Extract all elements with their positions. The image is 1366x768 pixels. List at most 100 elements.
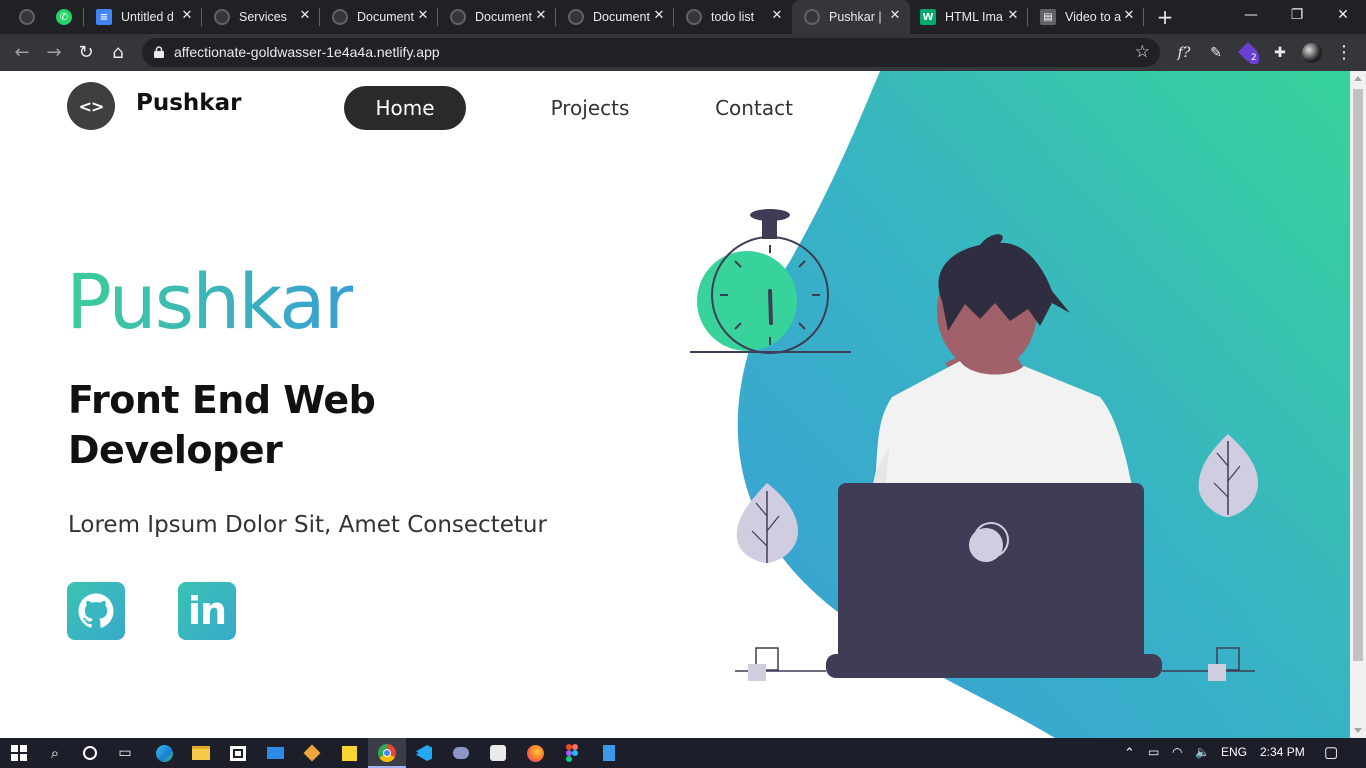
close-icon[interactable]: ✕ bbox=[770, 9, 784, 23]
developer-illustration bbox=[690, 209, 1258, 681]
cortana-icon[interactable] bbox=[80, 743, 100, 763]
close-icon[interactable]: ✕ bbox=[298, 9, 312, 23]
nav-home[interactable]: Home bbox=[344, 86, 466, 130]
browser-toolbar: ← → ↻ ⌂ affectionate-goldwasser-1e4a4a.n… bbox=[0, 34, 1366, 71]
leaf-right-icon bbox=[1198, 434, 1258, 517]
address-bar[interactable]: affectionate-goldwasser-1e4a4a.netlify.a… bbox=[142, 38, 1160, 67]
profile-avatar[interactable] bbox=[1302, 43, 1322, 63]
github-link[interactable] bbox=[67, 582, 125, 640]
file-explorer-icon[interactable] bbox=[191, 743, 211, 763]
volume-icon[interactable]: 🔈 bbox=[1195, 745, 1210, 759]
logo[interactable]: <> bbox=[67, 82, 115, 130]
close-icon[interactable]: ✕ bbox=[1006, 9, 1020, 23]
chrome-icon[interactable] bbox=[377, 743, 397, 763]
show-hidden-icons-icon[interactable]: ⌃ bbox=[1124, 745, 1135, 761]
forward-button[interactable]: → bbox=[42, 41, 66, 65]
task-view-icon[interactable]: ▭ bbox=[115, 743, 135, 763]
battery-icon[interactable]: ▭ bbox=[1148, 745, 1159, 759]
hero-tagline: Lorem Ipsum Dolor Sit, Amet Consectetur bbox=[68, 512, 547, 538]
notification-center-icon[interactable]: ▢ bbox=[1324, 743, 1338, 761]
tab-title: Document bbox=[475, 10, 532, 24]
tab-services[interactable]: Services ✕ bbox=[202, 0, 320, 34]
language-indicator[interactable]: ENG bbox=[1221, 745, 1247, 759]
scroll-up-icon[interactable] bbox=[1354, 76, 1362, 81]
tab-document-1[interactable]: Document ✕ bbox=[320, 0, 438, 34]
globe-icon bbox=[686, 9, 702, 25]
tab-pinned-whatsapp[interactable]: ✆ bbox=[46, 0, 84, 34]
tab-untitled-doc[interactable]: ≡ Untitled d ✕ bbox=[84, 0, 202, 34]
back-button[interactable]: ← bbox=[10, 41, 34, 65]
tab-title: Document bbox=[357, 10, 414, 24]
figma-icon[interactable] bbox=[562, 743, 582, 763]
stopwatch-icon bbox=[690, 209, 851, 354]
edge-icon[interactable] bbox=[154, 743, 174, 763]
globe-icon bbox=[804, 9, 820, 25]
puzzle-extensions-icon[interactable]: ✚ bbox=[1270, 43, 1290, 63]
store-icon[interactable] bbox=[228, 743, 248, 763]
new-tab-button[interactable]: + bbox=[1154, 6, 1176, 28]
tab-document-3[interactable]: Document ✕ bbox=[556, 0, 674, 34]
tab-title: Services bbox=[239, 10, 287, 24]
page-viewport: <> Pushkar Home Projects Contact Pushkar… bbox=[0, 71, 1366, 738]
menu-kebab-icon[interactable]: ⋮ bbox=[1334, 43, 1354, 63]
tab-todo-list[interactable]: todo list ✕ bbox=[674, 0, 792, 34]
brand-name[interactable]: Pushkar bbox=[136, 90, 241, 116]
tab-title: todo list bbox=[711, 10, 755, 24]
windows-taskbar: ⌕ ▭ ⌃ ▭ ◠ 🔈 ENG 2:34 PM ▢ bbox=[0, 738, 1366, 768]
nav-contact[interactable]: Contact bbox=[708, 86, 800, 130]
wifi-icon[interactable]: ◠ bbox=[1172, 745, 1182, 759]
w3schools-icon: W bbox=[920, 9, 936, 25]
windows-start-icon[interactable] bbox=[9, 743, 29, 763]
document-app-icon[interactable] bbox=[599, 743, 619, 763]
globe-icon bbox=[19, 9, 35, 25]
hero-name: Pushkar bbox=[66, 257, 355, 346]
whatsapp-icon: ✆ bbox=[56, 9, 72, 25]
mail-icon[interactable] bbox=[265, 743, 285, 763]
extension-badge: 2 bbox=[1249, 53, 1259, 64]
terminal-icon[interactable] bbox=[451, 743, 471, 763]
close-icon[interactable]: ✕ bbox=[180, 9, 194, 23]
vscode-icon[interactable] bbox=[414, 743, 434, 763]
paint-icon[interactable] bbox=[488, 743, 508, 763]
tab-html-images[interactable]: W HTML Ima ✕ bbox=[910, 0, 1028, 34]
url-text: affectionate-goldwasser-1e4a4a.netlify.a… bbox=[174, 44, 440, 60]
scroll-down-icon[interactable] bbox=[1354, 728, 1362, 733]
laptop-icon bbox=[826, 483, 1162, 678]
github-icon bbox=[78, 593, 114, 628]
tab-pinned-1[interactable] bbox=[0, 0, 46, 34]
close-icon[interactable]: ✕ bbox=[416, 9, 430, 23]
tab-title: Untitled d bbox=[121, 10, 174, 24]
close-icon[interactable]: ✕ bbox=[534, 9, 548, 23]
tab-video-converter[interactable]: ▤ Video to a ✕ bbox=[1028, 0, 1144, 34]
firefox-icon[interactable] bbox=[525, 743, 545, 763]
home-button[interactable]: ⌂ bbox=[106, 41, 130, 65]
globe-icon bbox=[332, 9, 348, 25]
bookmark-star-icon[interactable]: ☆ bbox=[1135, 42, 1150, 62]
pen-extension-icon[interactable]: ✎ bbox=[1206, 43, 1226, 63]
page-scrollbar[interactable] bbox=[1350, 71, 1366, 738]
close-icon[interactable]: ✕ bbox=[888, 9, 902, 23]
globe-icon bbox=[450, 9, 466, 25]
restore-button[interactable]: ❐ bbox=[1274, 0, 1320, 34]
linkedin-link[interactable]: in bbox=[178, 582, 236, 640]
git-icon[interactable] bbox=[302, 743, 322, 763]
browser-tab-strip: ✆ ≡ Untitled d ✕ Services ✕ Document ✕ D… bbox=[0, 0, 1366, 34]
linkedin-icon: in bbox=[187, 589, 227, 633]
close-icon[interactable]: ✕ bbox=[652, 9, 666, 23]
globe-icon bbox=[214, 9, 230, 25]
clock[interactable]: 2:34 PM bbox=[1260, 745, 1305, 759]
lock-icon bbox=[154, 46, 164, 58]
converter-icon: ▤ bbox=[1040, 9, 1056, 25]
tab-document-2[interactable]: Document ✕ bbox=[438, 0, 556, 34]
close-icon[interactable]: ✕ bbox=[1122, 9, 1136, 23]
formula-extension-icon[interactable]: f? bbox=[1174, 43, 1194, 63]
close-window-button[interactable]: ✕ bbox=[1320, 0, 1366, 34]
extension-icon[interactable]: 2 bbox=[1238, 42, 1259, 64]
reload-button[interactable]: ↻ bbox=[74, 41, 98, 65]
search-icon[interactable]: ⌕ bbox=[45, 743, 65, 763]
minimize-button[interactable]: — bbox=[1228, 0, 1274, 34]
sticky-notes-icon[interactable] bbox=[339, 743, 359, 763]
nav-projects[interactable]: Projects bbox=[540, 86, 640, 130]
tab-pushkar-active[interactable]: Pushkar | ✕ bbox=[792, 0, 910, 34]
scrollbar-thumb[interactable] bbox=[1353, 89, 1363, 661]
